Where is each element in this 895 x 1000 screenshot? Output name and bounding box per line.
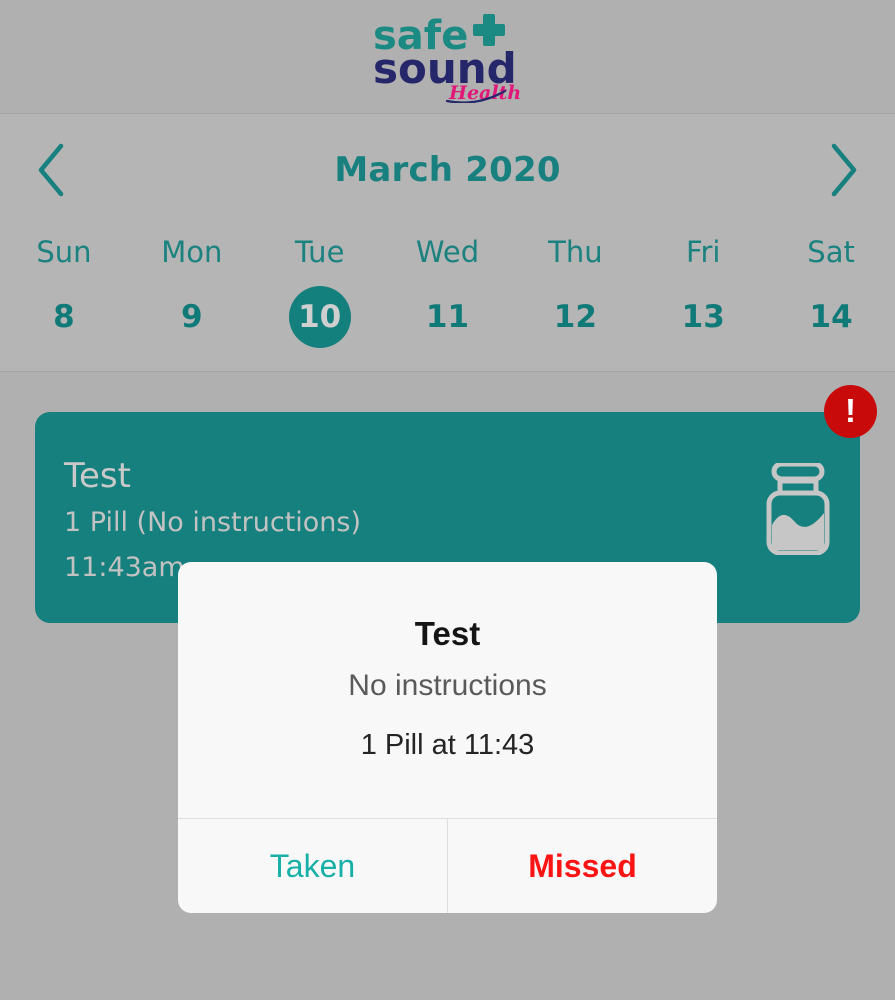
chevron-right-icon[interactable] — [821, 140, 867, 200]
weekday-mon: Mon — [161, 235, 223, 269]
weekday-tue: Tue — [294, 235, 345, 269]
month-label: March 2020 — [334, 150, 561, 190]
missed-button[interactable]: Missed — [448, 819, 717, 913]
date-value: 11 — [425, 299, 470, 335]
medical-cross-icon — [472, 13, 505, 46]
calendar-panel: March 2020 Sun Mon Tue Wed Thu Fri Sat 8… — [0, 113, 895, 372]
dialog-body: Test No instructions 1 Pill at 11:43 — [178, 562, 717, 818]
dialog-detail: 1 Pill at 11:43 — [360, 729, 535, 761]
dialog-subtitle: No instructions — [348, 669, 547, 702]
weekday-wed: Wed — [415, 235, 480, 269]
weekday-thu: Thu — [548, 235, 603, 269]
weekday-sun: Sun — [36, 235, 92, 269]
date-cell-11[interactable]: 11 — [384, 278, 512, 356]
dose-confirmation-dialog: Test No instructions 1 Pill at 11:43 Tak… — [178, 562, 717, 913]
app-header: safe sound Health — [0, 0, 895, 113]
medication-dose: 1 Pill (No instructions) — [64, 507, 362, 538]
date-value: 9 — [180, 299, 203, 335]
date-cell-9[interactable]: 9 — [128, 278, 256, 356]
date-cell-13[interactable]: 13 — [639, 278, 767, 356]
alert-badge[interactable]: ! — [824, 385, 877, 438]
date-cell-12[interactable]: 12 — [511, 278, 639, 356]
taken-button[interactable]: Taken — [178, 819, 448, 913]
medication-name: Test — [64, 456, 131, 496]
weekday-fri: Fri — [685, 235, 721, 269]
chevron-left-icon[interactable] — [28, 140, 74, 200]
date-value: 8 — [53, 299, 75, 335]
date-row: 8 9 10 11 12 13 14 — [0, 278, 895, 356]
pill-jar-icon — [764, 461, 832, 556]
date-value: 12 — [553, 299, 597, 335]
date-cell-10-selected[interactable]: 10 — [256, 278, 384, 356]
safe-sound-health-logo: safe sound Health — [373, 11, 523, 103]
dialog-title: Test — [414, 615, 481, 652]
dialog-action-row: Taken Missed — [178, 818, 717, 913]
date-value: 14 — [809, 299, 853, 335]
month-navigation-bar: March 2020 — [0, 114, 895, 226]
date-cell-14[interactable]: 14 — [767, 278, 895, 356]
exclamation-icon: ! — [845, 392, 856, 429]
weekday-sat: Sat — [807, 235, 855, 269]
date-cell-8[interactable]: 8 — [0, 278, 128, 356]
date-value: 10 — [288, 286, 351, 348]
weekday-header-row: Sun Mon Tue Wed Thu Fri Sat — [0, 226, 895, 278]
date-value: 13 — [681, 299, 725, 335]
